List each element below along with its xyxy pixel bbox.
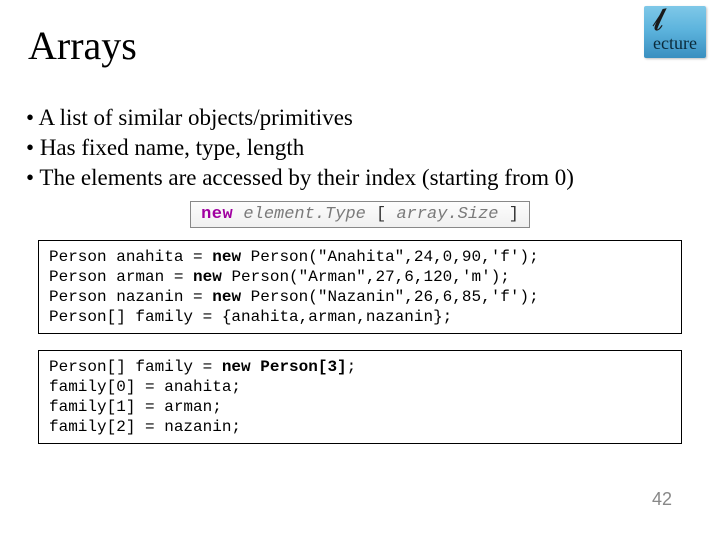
bracket-close: ] bbox=[509, 205, 519, 224]
bullet-item: A list of similar objects/primitives bbox=[26, 103, 720, 133]
syntax-row: new element.Type [ array.Size ] bbox=[0, 201, 720, 228]
syntax-box: new element.Type [ array.Size ] bbox=[190, 201, 530, 228]
lecture-logo: 𝓵 ecture bbox=[644, 6, 706, 58]
code-line: Person nazanin = new Person("Nazanin",26… bbox=[49, 287, 671, 307]
code-line: family[2] = nazanin; bbox=[49, 417, 671, 437]
code-line: family[1] = arman; bbox=[49, 397, 671, 417]
code-block-1: Person anahita = new Person("Anahita",24… bbox=[38, 240, 682, 334]
array-size: array.Size bbox=[396, 205, 498, 224]
code-block-2: Person[] family = new Person[3]; family[… bbox=[38, 350, 682, 444]
element-type: element.Type bbox=[243, 205, 365, 224]
bracket-open: [ bbox=[376, 205, 386, 224]
code-line: Person[] family = new Person[3]; bbox=[49, 357, 671, 377]
bullet-item: Has fixed name, type, length bbox=[26, 133, 720, 163]
code-line: family[0] = anahita; bbox=[49, 377, 671, 397]
code-line: Person[] family = {anahita,arman,nazanin… bbox=[49, 307, 671, 327]
logo-text: ecture bbox=[644, 33, 706, 54]
bullet-list: A list of similar objects/primitives Has… bbox=[0, 69, 720, 193]
page-number: 42 bbox=[652, 489, 672, 510]
code-line: Person arman = new Person("Arman",27,6,1… bbox=[49, 267, 671, 287]
bullet-item: The elements are accessed by their index… bbox=[26, 163, 720, 193]
code-line: Person anahita = new Person("Anahita",24… bbox=[49, 247, 671, 267]
slide-title: Arrays bbox=[0, 0, 720, 69]
keyword-new: new bbox=[201, 205, 233, 224]
